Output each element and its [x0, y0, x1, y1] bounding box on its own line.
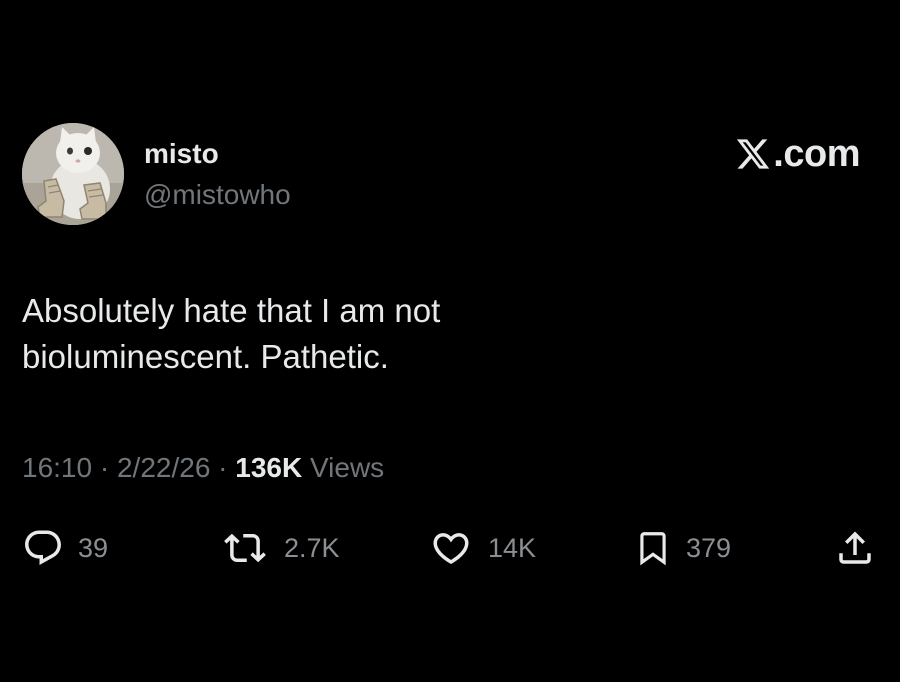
meta-separator: · [218, 452, 228, 483]
bookmark-count: 379 [686, 533, 732, 563]
cat-avatar-icon [22, 123, 124, 225]
display-name[interactable]: misto [144, 136, 219, 172]
brand-watermark: .com [735, 132, 860, 176]
like-button[interactable]: 14K [428, 524, 536, 572]
user-handle[interactable]: @mistowho [144, 177, 291, 213]
reply-button[interactable]: 39 [22, 524, 108, 572]
repost-button[interactable]: 2.7K [220, 524, 340, 572]
like-count: 14K [488, 533, 537, 563]
views-label: Views [310, 452, 385, 483]
tweet-meta: 16:10 · 2/22/26 · 136K Views [22, 450, 384, 486]
bookmark-button[interactable]: 379 [634, 524, 731, 572]
action-bar: 39 2.7K 14K 379 [0, 524, 900, 572]
share-icon [839, 531, 871, 564]
heart-icon [433, 533, 469, 565]
avatar[interactable] [22, 123, 124, 225]
post-card: misto @mistowho .com Absolutely hate tha… [0, 0, 900, 682]
views-count: 136K [235, 452, 303, 483]
share-button[interactable] [834, 524, 876, 572]
reply-count: 39 [78, 533, 109, 563]
meta-separator: · [99, 452, 110, 483]
repost-count: 2.7K [284, 533, 340, 563]
reply-icon [25, 530, 61, 565]
bookmark-icon [640, 532, 666, 566]
repost-icon [224, 533, 266, 563]
post-time[interactable]: 16:10 [22, 452, 92, 483]
brand-text: .com [773, 133, 860, 175]
tweet-text-line: bioluminescent. Pathetic. [22, 338, 389, 375]
post-date[interactable]: 2/22/26 [117, 452, 210, 483]
tweet-text: Absolutely hate that I am not biolumines… [22, 288, 642, 380]
x-logo-icon [737, 139, 770, 169]
tweet-text-line: Absolutely hate that I am not [22, 292, 441, 329]
